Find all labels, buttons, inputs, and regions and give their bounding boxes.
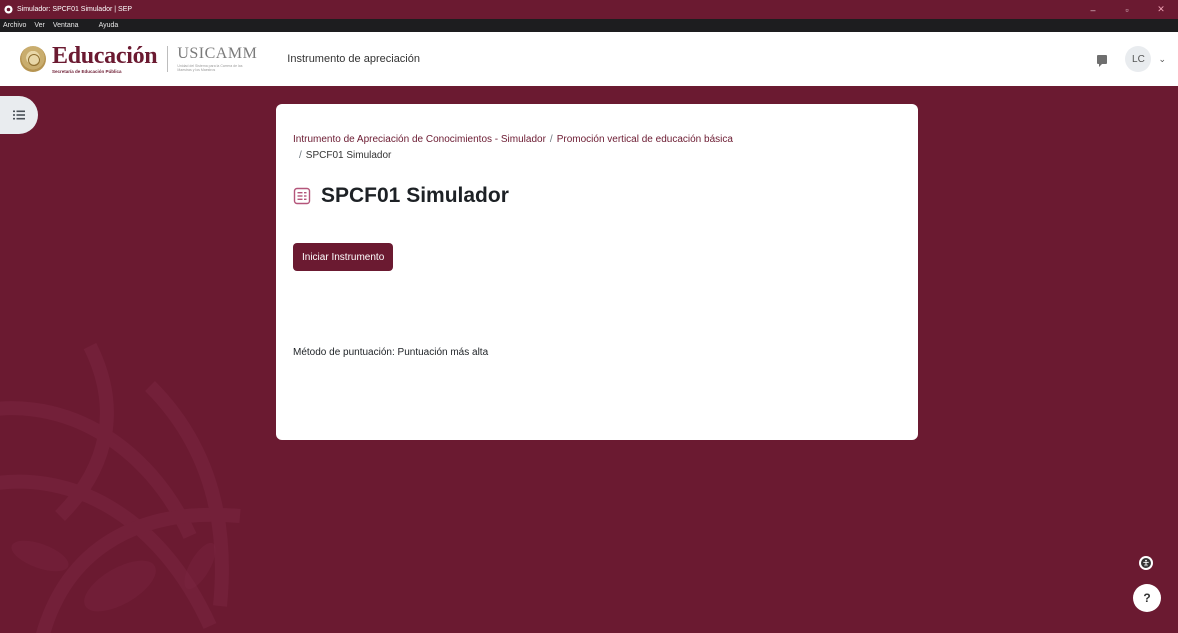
menu-ver[interactable]: Ver (34, 22, 45, 29)
site-logo[interactable]: Educación Secretaría de Educación Públic… (20, 44, 257, 75)
grading-method-text: Método de puntuación: Puntuación más alt… (293, 347, 489, 358)
maximize-button[interactable]: ▫ (1110, 5, 1144, 15)
help-button[interactable]: ? (1133, 584, 1161, 612)
breadcrumb-item-section[interactable]: Promoción vertical de educación básica (557, 134, 733, 145)
navbar: Educación Secretaría de Educación Públic… (0, 32, 1178, 86)
usicamm-tagline: Unidad del Sistema para la Carrera de la… (177, 64, 243, 72)
sep-seal-logo (20, 46, 46, 72)
navbar-title[interactable]: Instrumento de apreciación (287, 53, 420, 65)
chevron-down-icon[interactable]: ⌄ (1158, 54, 1166, 65)
menu-ayuda[interactable]: Ayuda (99, 22, 119, 29)
usicamm-name: USICAMM (177, 45, 258, 62)
window-titlebar: Simulador: SPCF01 Simulador | SEP – ▫ ✕ (0, 0, 1178, 19)
close-button[interactable]: ✕ (1144, 4, 1178, 15)
menu-archivo[interactable]: Archivo (3, 22, 26, 29)
logo-divider (167, 46, 169, 72)
accessibility-button[interactable] (1139, 556, 1153, 570)
help-icon: ? (1143, 591, 1151, 605)
window-controls: – ▫ ✕ (1076, 0, 1178, 19)
breadcrumb-separator: / (299, 150, 302, 161)
app-icon (4, 5, 13, 14)
window-title: Simulador: SPCF01 Simulador | SEP (17, 6, 133, 13)
chat-icon[interactable] (1097, 54, 1108, 67)
brand-subtitle: Secretaría de Educación Pública (52, 68, 122, 74)
drawer-list-icon (13, 110, 25, 120)
breadcrumb-separator: / (549, 134, 553, 145)
breadcrumb: Intrumento de Apreciación de Conocimient… (293, 132, 853, 164)
navbar-user-area: LC ⌄ (1097, 46, 1166, 72)
usicamm-logo: USICAMM Unidad del Sistema para la Carre… (177, 46, 257, 72)
page-title: SPCF01 Simulador (321, 184, 509, 207)
breadcrumb-item-course[interactable]: Intrumento de Apreciación de Conocimient… (293, 134, 546, 145)
logo-text: Educación Secretaría de Educación Públic… (52, 42, 158, 75)
accessibility-icon (1141, 558, 1151, 568)
brand-name: Educación (52, 42, 158, 69)
user-avatar[interactable]: LC (1125, 46, 1152, 72)
menu-ventana[interactable]: Ventana (53, 22, 79, 29)
main-card: Intrumento de Apreciación de Conocimient… (276, 104, 918, 440)
start-attempt-button[interactable]: Iniciar Instrumento (293, 243, 394, 271)
breadcrumb-item-current: SPCF01 Simulador (305, 150, 392, 161)
page-heading: SPCF01 Simulador (293, 184, 509, 208)
minimize-button[interactable]: – (1076, 5, 1110, 15)
quiz-icon (293, 187, 311, 205)
menubar: Archivo Ver Ventana Ayuda (0, 19, 1178, 32)
drawer-toggle-button[interactable] (0, 96, 38, 134)
